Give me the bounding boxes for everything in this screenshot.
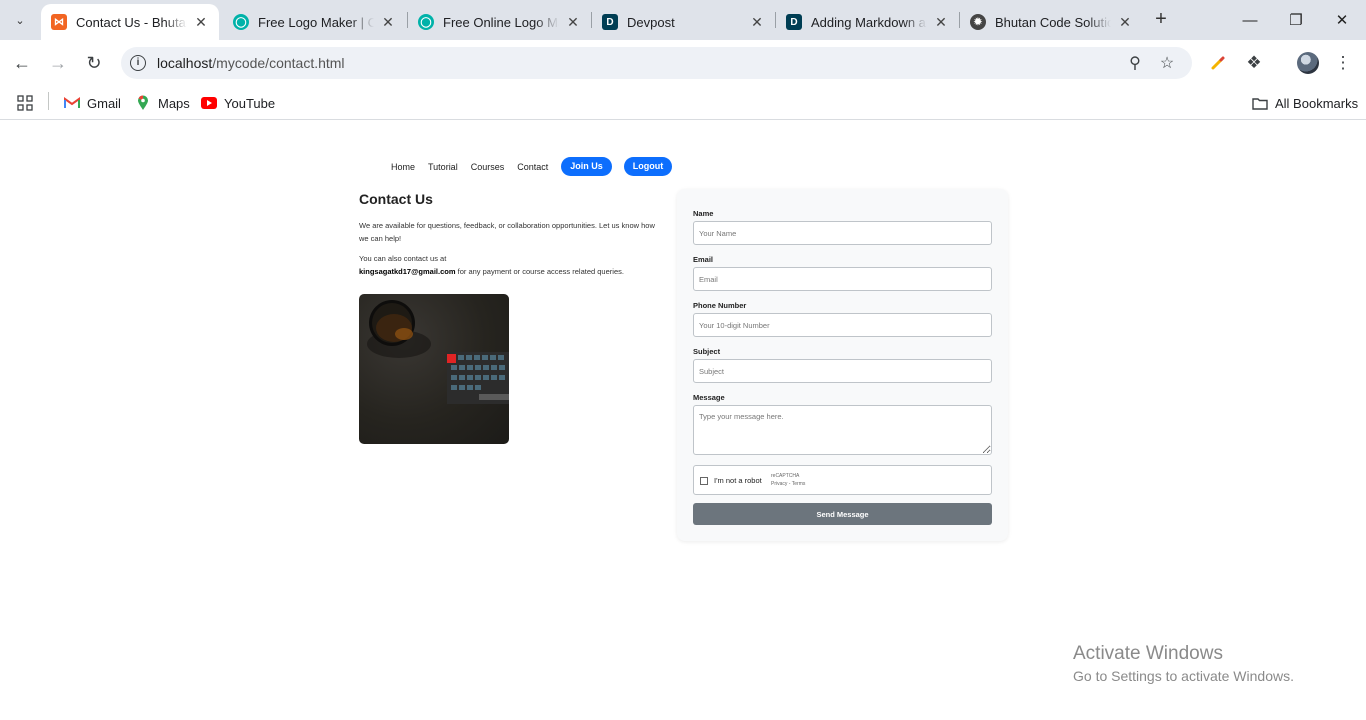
close-icon[interactable]: ✕ bbox=[749, 14, 765, 31]
message-label: Message bbox=[693, 393, 725, 402]
site-navbar: Home Tutorial Courses Contact Join Us Lo… bbox=[391, 157, 684, 176]
join-us-button[interactable]: Join Us bbox=[561, 157, 612, 176]
close-icon[interactable]: ✕ bbox=[193, 14, 209, 31]
tab-contact-us[interactable]: ⋈ Contact Us - Bhutan Code Solutions ✕ bbox=[41, 4, 219, 40]
page-title: Contact Us bbox=[359, 191, 433, 207]
tab-adding-markdown[interactable]: D Adding Markdown and ✕ bbox=[776, 4, 959, 40]
recaptcha-links[interactable]: Privacy - Terms bbox=[771, 481, 805, 487]
close-icon[interactable]: ✕ bbox=[1117, 14, 1133, 31]
page-content: Home Tutorial Courses Contact Join Us Lo… bbox=[0, 121, 1366, 720]
site-info-icon[interactable]: i bbox=[130, 55, 146, 71]
more-menu-icon[interactable]: ⋮ bbox=[1331, 51, 1355, 75]
recaptcha-brand: reCAPTCHA bbox=[771, 473, 800, 479]
extensions-puzzle-icon[interactable]: ❖ bbox=[1242, 51, 1266, 75]
devpost-icon: D bbox=[602, 14, 618, 30]
tab-devpost[interactable]: D Devpost ✕ bbox=[592, 4, 775, 40]
browser-toolbar: ← → ↻ i localhost/mycode/contact.html ⚲ … bbox=[0, 40, 1366, 86]
window-close-button[interactable]: ✕ bbox=[1319, 0, 1365, 40]
contact-email-text: You can also contact us at kingsagatkd17… bbox=[359, 252, 669, 278]
contact-also-prefix: You can also contact us at bbox=[359, 254, 447, 263]
chevron-down-icon: ⌄ bbox=[15, 14, 25, 27]
apps-grid-icon[interactable] bbox=[17, 92, 33, 114]
recaptcha-checkbox[interactable] bbox=[700, 477, 708, 485]
watermark-line1: Activate Windows bbox=[1073, 643, 1223, 664]
minimize-button[interactable]: — bbox=[1227, 0, 1273, 40]
nav-link-home[interactable]: Home bbox=[391, 162, 415, 172]
contact-also-suffix: for any payment or course access related… bbox=[457, 267, 624, 276]
all-bookmarks-button[interactable]: All Bookmarks bbox=[1252, 92, 1358, 114]
zoom-icon[interactable]: ⚲ bbox=[1125, 53, 1145, 73]
name-label: Name bbox=[693, 209, 714, 218]
coffee-keyboard-photo bbox=[359, 294, 509, 444]
name-input[interactable] bbox=[693, 221, 992, 245]
tab-bhutan-code-solutions[interactable]: ✹ Bhutan Code Solutions ✕ bbox=[960, 4, 1143, 40]
recaptcha-branding: reCAPTCHA Privacy - Terms bbox=[771, 472, 805, 488]
phone-label: Phone Number bbox=[693, 301, 747, 310]
recaptcha-widget: I'm not a robot reCAPTCHA Privacy - Term… bbox=[693, 465, 992, 495]
bookmark-youtube[interactable]: YouTube bbox=[201, 92, 275, 114]
gmail-icon bbox=[64, 95, 80, 111]
recaptcha-label: I'm not a robot bbox=[714, 476, 762, 485]
contact-email: kingsagatkd17@gmail.com bbox=[359, 267, 456, 276]
subject-input[interactable] bbox=[693, 359, 992, 383]
back-button[interactable]: ← bbox=[8, 49, 36, 77]
close-icon[interactable]: ✕ bbox=[380, 14, 396, 31]
subject-label: Subject bbox=[693, 347, 721, 356]
address-bar[interactable]: i localhost/mycode/contact.html ⚲ ☆ bbox=[121, 47, 1192, 79]
tab-strip: ⌄ ⋈ Contact Us - Bhutan Code Solutions ✕… bbox=[0, 0, 1366, 40]
contact-form: Name Email Phone Number Subject Message … bbox=[677, 189, 1008, 541]
email-input[interactable] bbox=[693, 267, 992, 291]
bookmarks-bar: Gmail Maps YouTube All Bookmarks bbox=[0, 86, 1366, 120]
close-icon[interactable]: ✕ bbox=[933, 14, 949, 31]
close-icon[interactable]: ✕ bbox=[565, 14, 581, 31]
bookmarks-divider bbox=[48, 92, 49, 110]
nav-link-tutorial[interactable]: Tutorial bbox=[428, 162, 458, 172]
maps-icon bbox=[135, 95, 151, 111]
email-label: Email bbox=[693, 255, 714, 264]
bookmark-gmail[interactable]: Gmail bbox=[64, 92, 121, 114]
restore-button[interactable]: ❐ bbox=[1273, 0, 1319, 40]
bookmark-maps[interactable]: Maps bbox=[135, 92, 190, 114]
logo-maker-icon: ◯ bbox=[233, 14, 249, 30]
logout-button[interactable]: Logout bbox=[623, 157, 673, 176]
forward-button[interactable]: → bbox=[44, 49, 72, 77]
logo-maker-icon: ◯ bbox=[418, 14, 434, 30]
tab-search-button[interactable]: ⌄ bbox=[8, 8, 32, 32]
windows-activation-watermark: Activate Windows Go to Settings to activ… bbox=[1073, 643, 1294, 684]
watermark-line2: Go to Settings to activate Windows. bbox=[1073, 668, 1294, 684]
xampp-icon: ⋈ bbox=[51, 14, 67, 30]
extension-pen-icon[interactable] bbox=[1206, 51, 1230, 75]
url-text[interactable]: localhost/mycode/contact.html bbox=[157, 55, 345, 71]
bookmark-star-icon[interactable]: ☆ bbox=[1157, 53, 1177, 73]
folder-icon bbox=[1252, 95, 1268, 111]
new-tab-button[interactable]: + bbox=[1150, 8, 1172, 32]
message-textarea[interactable] bbox=[693, 405, 992, 455]
contact-intro-text: We are available for questions, feedback… bbox=[359, 221, 655, 243]
phone-input[interactable] bbox=[693, 313, 992, 337]
profile-avatar[interactable] bbox=[1297, 52, 1319, 74]
nav-link-courses[interactable]: Courses bbox=[471, 162, 505, 172]
openai-icon: ✹ bbox=[970, 14, 986, 30]
devpost-icon: D bbox=[786, 14, 802, 30]
nav-link-contact[interactable]: Contact bbox=[517, 162, 548, 172]
reload-button[interactable]: ↻ bbox=[80, 49, 108, 77]
send-message-button[interactable]: Send Message bbox=[693, 503, 992, 525]
tab-free-online-logo-maker[interactable]: ◯ Free Online Logo Maker ✕ bbox=[408, 4, 591, 40]
tab-free-logo-maker[interactable]: ◯ Free Logo Maker | Create a Logo ✕ bbox=[223, 4, 406, 40]
youtube-icon bbox=[201, 95, 217, 111]
